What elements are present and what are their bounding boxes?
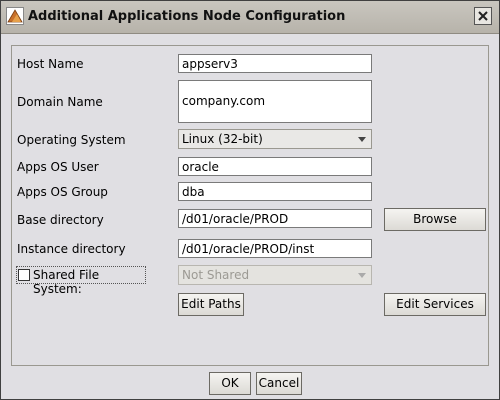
edit-paths-button[interactable]: Edit Paths [178, 293, 244, 316]
apps-os-user-field[interactable]: oracle [178, 157, 372, 176]
cancel-button[interactable]: Cancel [256, 372, 302, 395]
shared-file-system-value: Not Shared [182, 268, 250, 282]
apps-os-group-field[interactable]: dba [178, 182, 372, 201]
instance-directory-field[interactable]: /d01/oracle/PROD/inst [178, 239, 372, 258]
browse-button[interactable]: Browse [384, 208, 486, 231]
shared-file-system-checkbox[interactable]: Shared File System: [16, 266, 146, 296]
domain-name-field[interactable]: company.com [178, 80, 372, 123]
checkbox-box[interactable] [18, 269, 30, 281]
app-icon [6, 7, 24, 25]
base-directory-label: Base directory [17, 213, 104, 227]
base-directory-field[interactable]: /d01/oracle/PROD [178, 209, 372, 228]
ok-button[interactable]: OK [209, 372, 251, 395]
chevron-down-icon [358, 273, 366, 278]
instance-directory-label: Instance directory [17, 242, 126, 256]
domain-name-label: Domain Name [17, 95, 103, 109]
close-button[interactable] [474, 7, 492, 25]
host-name-field[interactable]: appserv3 [178, 54, 372, 73]
chevron-down-icon [358, 137, 366, 142]
edit-services-button[interactable]: Edit Services [384, 293, 486, 316]
window-title: Additional Applications Node Configurati… [28, 9, 346, 24]
close-icon [478, 11, 488, 21]
title-bar[interactable]: Additional Applications Node Configurati… [1, 1, 499, 34]
apps-os-user-label: Apps OS User [17, 160, 99, 174]
dialog-window: Additional Applications Node Configurati… [0, 0, 500, 400]
operating-system-label: Operating System [17, 133, 126, 147]
host-name-label: Host Name [17, 57, 84, 71]
operating-system-value: Linux (32-bit) [182, 132, 263, 146]
shared-file-system-select: Not Shared [178, 265, 372, 285]
shared-file-system-label: Shared File System: [33, 268, 100, 296]
apps-os-group-label: Apps OS Group [17, 185, 108, 199]
operating-system-select[interactable]: Linux (32-bit) [178, 129, 372, 149]
